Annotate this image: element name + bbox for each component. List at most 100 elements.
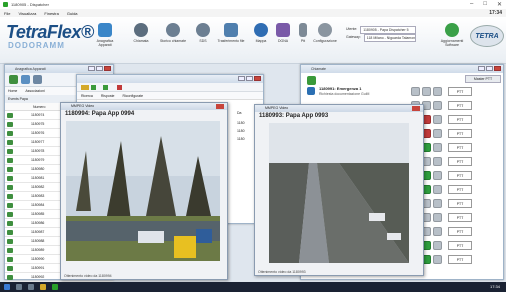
device-status-icon bbox=[7, 112, 13, 118]
menu-finestra[interactable]: Finestra bbox=[44, 11, 58, 16]
video2-close-button[interactable] bbox=[412, 106, 420, 111]
call-hangup-icon[interactable] bbox=[422, 86, 431, 96]
ptt-row-button[interactable]: PTT bbox=[448, 184, 472, 194]
add-state-icon[interactable] bbox=[103, 85, 108, 90]
call-row[interactable]: PTT bbox=[411, 155, 503, 167]
menu-visualizza[interactable]: Visualizza bbox=[18, 11, 36, 16]
call-row[interactable]: PTT bbox=[411, 183, 503, 195]
tab-ricerca[interactable]: Ricerca bbox=[81, 92, 93, 99]
menu-guida[interactable]: Guida bbox=[67, 11, 78, 16]
speaker-icon[interactable] bbox=[433, 86, 442, 96]
active-call-title[interactable]: 1180991: Emergenza 1 bbox=[319, 86, 361, 91]
call-row[interactable]: PTT bbox=[411, 225, 503, 237]
panel-max-button[interactable] bbox=[96, 66, 103, 71]
software-update-button[interactable]: Aggiornamenti Software bbox=[436, 23, 468, 53]
tab-associazioni[interactable]: Associazioni bbox=[25, 87, 44, 95]
speaker-icon[interactable] bbox=[433, 128, 442, 138]
history-button[interactable]: Storico chiamate bbox=[158, 23, 188, 53]
sds-icon bbox=[196, 23, 210, 37]
call-button[interactable]: Chiamata bbox=[126, 23, 156, 53]
calls-close-button[interactable] bbox=[494, 66, 501, 71]
video1-close-button[interactable] bbox=[216, 104, 224, 109]
add-icon[interactable] bbox=[91, 85, 96, 90]
device-status-icon bbox=[7, 202, 13, 208]
speaker-icon[interactable] bbox=[433, 100, 442, 110]
panel-min-button[interactable] bbox=[88, 66, 95, 71]
calls-min-button[interactable] bbox=[478, 66, 485, 71]
task-view-icon[interactable] bbox=[28, 284, 34, 290]
search-max-button[interactable] bbox=[246, 76, 253, 81]
folder-icon bbox=[81, 85, 89, 90]
ptt-row-button[interactable]: PTT bbox=[448, 128, 472, 138]
ptt-row-button[interactable]: PTT bbox=[448, 100, 472, 110]
ptt-row-button[interactable]: PTT bbox=[448, 114, 472, 124]
search-close-button[interactable] bbox=[254, 76, 261, 81]
menu-file[interactable]: File bbox=[4, 11, 10, 16]
speaker-icon[interactable] bbox=[433, 212, 442, 222]
call-row[interactable]: PTT bbox=[411, 197, 503, 209]
calls-max-button[interactable] bbox=[486, 66, 493, 71]
speaker-icon[interactable] bbox=[433, 156, 442, 166]
video2-status: Ottenimento video da 1180993 bbox=[258, 270, 306, 274]
file-transfer-button[interactable]: Trasferimento file bbox=[216, 23, 246, 53]
ptt-row-button[interactable]: PTT bbox=[448, 254, 472, 264]
gateway-field: 118 Milano - Niguarda Talamone bbox=[363, 34, 416, 42]
maximize-icon[interactable]: □ bbox=[483, 1, 487, 8]
call-row[interactable]: PTT bbox=[411, 99, 503, 111]
ptt-row-button[interactable]: PTT bbox=[448, 212, 472, 222]
speaker-icon[interactable] bbox=[433, 240, 442, 250]
ptt-row-button[interactable]: PTT bbox=[448, 156, 472, 166]
speaker-icon[interactable] bbox=[433, 170, 442, 180]
dispatcher-taskbar-icon[interactable] bbox=[52, 284, 58, 290]
call-row[interactable]: PTT bbox=[411, 239, 503, 251]
call-row[interactable]: PTT bbox=[411, 127, 503, 139]
device-number: 1180992 bbox=[31, 274, 45, 279]
call-accept-icon[interactable] bbox=[411, 86, 420, 96]
panel-close-button[interactable] bbox=[104, 66, 111, 71]
explorer-icon[interactable] bbox=[40, 284, 46, 290]
speaker-icon[interactable] bbox=[433, 226, 442, 236]
devices-button[interactable]: Anagrafica Apparati bbox=[90, 23, 120, 53]
search-icon[interactable] bbox=[16, 284, 22, 290]
ptt-row-button[interactable]: PTT bbox=[448, 240, 472, 250]
ptt-row-button[interactable]: PTT bbox=[448, 142, 472, 152]
call-row[interactable]: PTT bbox=[411, 85, 503, 97]
ptt-row-button[interactable]: PTT bbox=[448, 86, 472, 96]
device-status-icon bbox=[7, 256, 13, 262]
start-icon[interactable] bbox=[4, 284, 10, 290]
close-icon[interactable]: ✕ bbox=[497, 1, 502, 8]
speaker-icon[interactable] bbox=[433, 254, 442, 264]
sds-button[interactable]: SDS bbox=[188, 23, 218, 53]
master-ptt-button[interactable]: Master PTT bbox=[465, 75, 501, 83]
device-number: 1180978 bbox=[31, 148, 45, 153]
tab-home[interactable]: Home bbox=[8, 87, 17, 95]
device-status-icon bbox=[7, 211, 13, 217]
remove-icon[interactable] bbox=[117, 85, 122, 90]
call-row[interactable]: PTT bbox=[411, 211, 503, 223]
map-icon bbox=[254, 23, 268, 37]
speaker-icon[interactable] bbox=[433, 184, 442, 194]
call-row[interactable]: PTT bbox=[411, 253, 503, 265]
tab-riconfigurate[interactable]: Riconfigurate bbox=[123, 92, 144, 99]
video1-frame bbox=[66, 121, 220, 261]
call-row[interactable]: PTT bbox=[411, 169, 503, 181]
device-status-icon bbox=[7, 148, 13, 154]
device-number: 1180980 bbox=[31, 166, 45, 171]
search-min-button[interactable] bbox=[238, 76, 245, 81]
minimize-icon[interactable]: – bbox=[470, 1, 473, 8]
device-status-icon bbox=[7, 229, 13, 235]
settings-button[interactable]: Configurazione bbox=[310, 23, 340, 53]
phone-icon bbox=[307, 76, 316, 85]
device-status-icon bbox=[7, 166, 13, 172]
ptt-row-button[interactable]: PTT bbox=[448, 226, 472, 236]
speaker-icon[interactable] bbox=[433, 142, 442, 152]
call-row[interactable]: PTT bbox=[411, 141, 503, 153]
device-icon bbox=[9, 75, 18, 84]
speaker-icon[interactable] bbox=[433, 198, 442, 208]
speaker-icon[interactable] bbox=[433, 114, 442, 124]
call-row[interactable]: PTT bbox=[411, 113, 503, 125]
tab-risposte[interactable]: Risposte bbox=[101, 92, 115, 99]
ptt-row-button[interactable]: PTT bbox=[448, 198, 472, 208]
settings-icon bbox=[318, 23, 332, 37]
ptt-row-button[interactable]: PTT bbox=[448, 170, 472, 180]
